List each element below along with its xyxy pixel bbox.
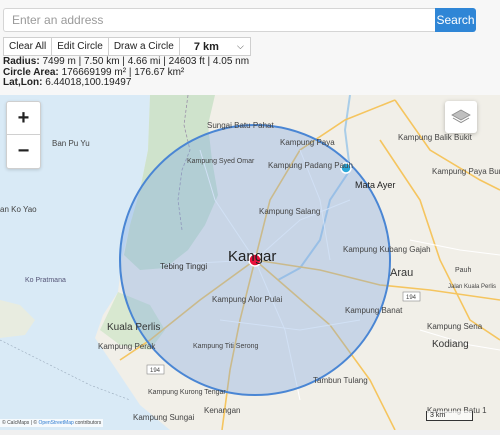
label-kampung-paya: Kampung Paya xyxy=(280,138,335,147)
label-kodiang: Kodiang xyxy=(432,339,469,350)
label-pauh: Pauh xyxy=(455,267,471,274)
label-kenangan: Kenangan xyxy=(204,406,240,415)
radius-select[interactable]: 7 km ⌵ xyxy=(178,37,251,56)
label-kampung-kurong-tengar: Kampung Kurong Tengar xyxy=(148,389,226,396)
label-arau: Arau xyxy=(390,267,413,279)
label-kampung-kubang-gajah: Kampung Kubang Gajah xyxy=(343,245,431,254)
latlon-value: 6.44018,100.19497 xyxy=(45,77,132,88)
attribution-suffix: contributors xyxy=(73,420,102,426)
edit-circle-button[interactable]: Edit Circle xyxy=(51,37,109,56)
label-an-ko-yao: an Ko Yao xyxy=(0,205,37,214)
label-kampung-balik-bukit: Kampung Balik Bukit xyxy=(398,133,473,142)
label-kampung-sena: Kampung Sena xyxy=(427,322,483,331)
radius-label: Radius: xyxy=(3,56,40,67)
latlon-label: Lat,Lon: xyxy=(3,77,43,88)
bottom-strip xyxy=(0,430,500,435)
area-value: 176669199 m² | 176.67 km² xyxy=(61,66,185,78)
map-view[interactable]: Ban Pu Yu Sungai Batu Pahat Kampung Paya… xyxy=(0,95,500,430)
radius-select-value: 7 km xyxy=(193,40,219,53)
label-sungai-batu-pahat: Sungai Batu Pahat xyxy=(207,121,274,130)
latlon-readout: Lat,Lon: 6.44018,100.19497 xyxy=(3,77,249,89)
circle-tools: Clear All Edit Circle Draw a Circle 7 km… xyxy=(3,37,251,56)
label-road-194-b: 194 xyxy=(150,368,161,374)
circle-info: Radius: 7499 m | 7.50 km | 4.66 mi | 246… xyxy=(3,56,250,89)
clear-all-button[interactable]: Clear All xyxy=(3,37,53,56)
label-kampung-salang: Kampung Salang xyxy=(259,207,320,216)
area-label: Circle Area: xyxy=(3,66,59,78)
label-mata-ayer: Mata Ayer xyxy=(355,180,395,190)
label-ko-pratmana: Ko Pratmana xyxy=(25,277,66,284)
label-kampung-paya-burma: Kampung Paya Burma xyxy=(432,167,500,176)
draw-circle-button[interactable]: Draw a Circle xyxy=(107,37,180,56)
scale-bar: 3 km xyxy=(426,411,473,421)
address-search-input[interactable] xyxy=(3,8,435,32)
zoom-out-button[interactable]: − xyxy=(7,135,40,168)
zoom-in-button[interactable]: + xyxy=(7,102,40,135)
search-button[interactable]: Search xyxy=(435,8,476,32)
label-kampung-banat: Kampung Banat xyxy=(345,306,403,315)
label-kangar: Kangar xyxy=(228,248,276,265)
map-canvas: Ban Pu Yu Sungai Batu Pahat Kampung Paya… xyxy=(0,95,500,430)
label-ban-pu-yu: Ban Pu Yu xyxy=(52,139,90,148)
zoom-control: + − xyxy=(6,101,41,169)
label-road-194-a: 194 xyxy=(406,295,417,301)
label-kampung-perak: Kampung Perak xyxy=(98,342,156,351)
label-kampung-sungai: Kampung Sungai xyxy=(133,413,195,422)
label-tambun-tulang: Tambun Tulang xyxy=(313,376,368,385)
label-tebing-tinggi: Tebing Tinggi xyxy=(160,262,207,271)
label-kampung-alor-pulai: Kampung Alor Pulai xyxy=(212,295,282,304)
toolbar-panel: Search Clear All Edit Circle Draw a Circ… xyxy=(0,0,500,95)
chevron-down-icon: ⌵ xyxy=(237,41,244,51)
osm-link[interactable]: OpenStreetMap xyxy=(38,420,73,426)
label-jalan-kuala-perlis: Jalan Kuala Perlis xyxy=(448,284,496,290)
map-attribution: © CalcMaps | © OpenStreetMap contributor… xyxy=(0,419,104,427)
layers-button[interactable] xyxy=(445,101,477,133)
radius-value: 7499 m | 7.50 km | 4.66 mi | 24603 ft | … xyxy=(42,56,250,67)
label-kampung-titi-serong: Kampung Titi Serong xyxy=(193,343,258,350)
attribution-prefix: © CalcMaps | © xyxy=(2,420,39,426)
label-kampung-syed-omar: Kampung Syed Omar xyxy=(187,158,255,165)
layers-icon xyxy=(451,109,471,124)
label-kampung-padang-pauh: Kampung Padang Pauh xyxy=(268,161,353,170)
search-bar: Search xyxy=(3,8,476,32)
label-kuala-perlis: Kuala Perlis xyxy=(107,322,160,333)
